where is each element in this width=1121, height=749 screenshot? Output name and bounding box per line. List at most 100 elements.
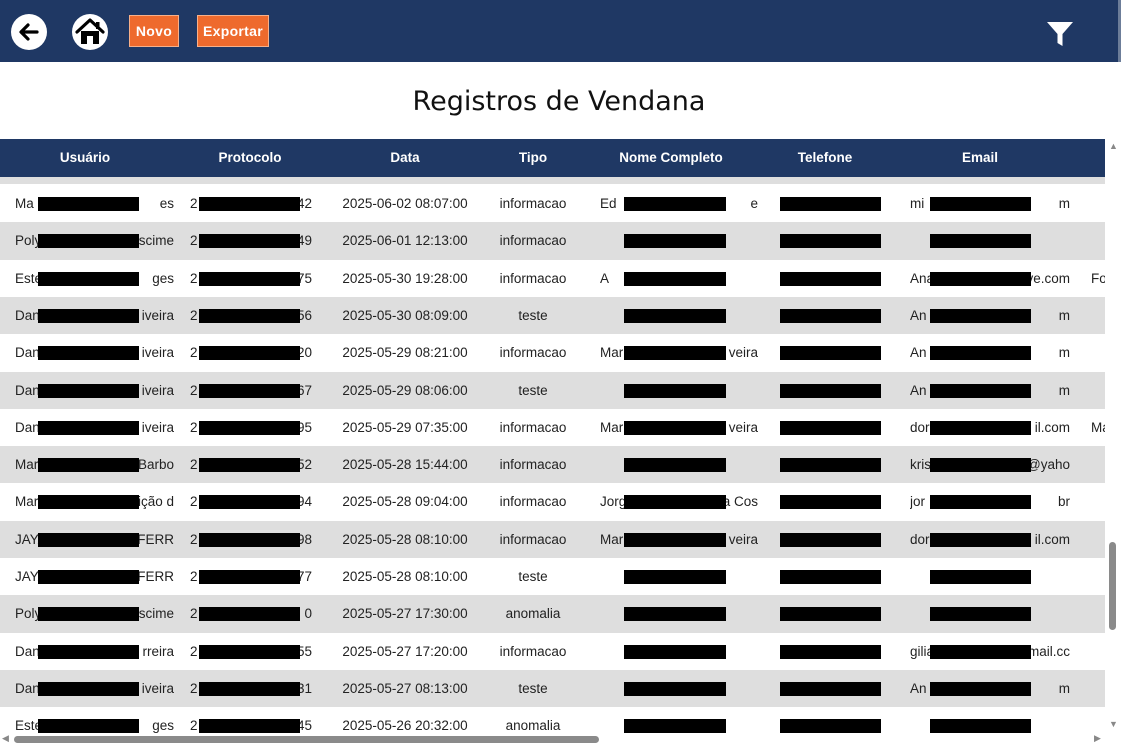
table-row[interactable]: Mar Barbo 2 52 2025-05-28 15:44:00 informacao… [0,446,1105,484]
vertical-scrollbar[interactable]: ▲ ▼ [1105,139,1121,733]
cell-tipo: informacao [499,457,567,473]
cell-tipo: informacao [499,531,567,547]
cell-next-column [1091,372,1105,409]
redaction-email [930,234,1031,249]
redaction-usuario [38,719,139,733]
horizontal-scrollbar[interactable]: ◀ ▶ [0,733,1105,749]
redaction-email [930,197,1031,211]
cell-next-column [1091,670,1105,707]
table-header: Usuário Protocolo Data Tipo Nome Complet… [0,139,1105,177]
column-header-data[interactable]: Data [355,139,455,177]
cell-data: 2025-05-28 15:44:00 [342,457,468,473]
table-row[interactable]: Dan iveira 2 20 2025-05-29 08:21:00 informaca… [0,334,1105,371]
cell-tipo: informacao [499,233,567,249]
cell-data: 2025-05-29 08:06:00 [342,382,468,398]
table-row[interactable]: Dan iveira 2 56 2025-05-30 08:09:00 teste An m [0,296,1105,335]
export-button[interactable]: Exportar [197,15,269,47]
table-row[interactable]: Mar ição d 2 94 2025-05-28 09:04:00 informaca… [0,483,1105,520]
horizontal-scroll-thumb[interactable] [14,736,599,743]
column-header-nome-completo[interactable]: Nome Completo [606,139,736,177]
redaction-nome [624,570,726,584]
redaction-usuario [38,383,139,398]
redaction-nome [624,234,726,249]
new-button[interactable]: Novo [129,15,179,47]
table-row[interactable]: Ma es 2 42 2025-06-02 08:07:00 informacao Ed e m… [0,185,1105,222]
table-row-partial [0,177,1105,184]
redaction-usuario [38,346,139,361]
table-row[interactable]: Dan rreira 2 55 2025-05-27 17:20:00 informaca… [0,633,1105,670]
cell-data: 2025-05-29 08:21:00 [342,345,468,361]
column-header-email[interactable]: Email [930,139,1030,177]
cell-data: 2025-06-01 12:13:00 [342,233,468,249]
redaction-email [930,420,1031,435]
redaction-protocolo [199,607,300,622]
redaction-protocolo [199,346,300,361]
table-row[interactable]: Poly scime 2 0 2025-05-27 17:30:00 anomalia [0,595,1105,633]
scroll-right-icon[interactable]: ▶ [1094,733,1101,744]
cell-next-column [1091,633,1105,670]
column-header-telefone[interactable]: Telefone [775,139,875,177]
table-row[interactable]: Dan iveira 2 31 2025-05-27 08:13:00 teste An m [0,669,1105,708]
redaction-usuario [38,271,139,286]
back-button[interactable] [11,14,47,50]
scroll-down-icon[interactable]: ▼ [1109,719,1118,729]
table-row[interactable]: Poly ascime 2 49 2025-06-01 12:13:00 informac… [0,222,1105,260]
cell-data: 2025-05-27 17:20:00 [342,643,468,659]
redaction-protocolo [199,532,300,547]
table-row[interactable]: Dan iveira 2 67 2025-05-29 08:06:00 teste An m [0,371,1105,409]
cell-tipo: informacao [499,419,567,435]
table-row[interactable]: Dan iveira 2 95 2025-05-29 07:35:00 informaca… [0,409,1105,446]
redaction-nome [624,346,726,361]
redaction-usuario [38,234,139,249]
cell-next-column: Ma [1091,419,1105,435]
cell-data: 2025-05-28 08:10:00 [342,569,468,584]
redaction-usuario [38,570,139,584]
redaction-protocolo [199,383,300,398]
cell-data: 2025-05-28 09:04:00 [342,494,468,510]
cell-next-column [1091,334,1105,371]
cell-next-column [1091,185,1105,222]
table-row[interactable]: JAYA FERR 2 77 2025-05-28 08:10:00 teste [0,558,1105,595]
redaction-email [930,458,1031,473]
column-header-usuario[interactable]: Usuário [35,139,135,177]
home-button[interactable] [72,14,108,50]
redaction-protocolo [199,234,300,249]
table-row[interactable]: Este ges 2 45 2025-05-26 20:32:00 anomalia [0,707,1105,733]
redaction-email [930,644,1031,659]
redaction-nome [624,644,726,659]
cell-next-column [1091,446,1105,483]
redaction-protocolo [199,570,300,584]
redaction-usuario [38,532,139,547]
redaction-email [930,383,1031,398]
redaction-usuario [38,607,139,622]
table-row[interactable]: JAYA FERR 2 98 2025-05-28 08:10:00 informacao… [0,520,1105,558]
cell-tipo: anomalia [505,606,561,622]
redaction-nome [624,532,726,547]
redaction-email [930,719,1031,733]
cell-tipo: informacao [499,494,567,510]
vertical-scroll-thumb[interactable] [1109,542,1116,630]
redaction-telefone [780,495,881,510]
cell-next-column [1091,558,1105,595]
redaction-email [930,346,1031,361]
redaction-telefone [780,681,881,696]
redaction-usuario [38,420,139,435]
redaction-telefone [780,346,881,361]
cell-tipo: anomalia [505,718,561,733]
redaction-telefone [780,644,881,659]
column-header-protocolo[interactable]: Protocolo [200,139,300,177]
redaction-telefone [780,607,881,622]
redaction-email [930,607,1031,622]
redaction-usuario [38,644,139,659]
column-header-tipo[interactable]: Tipo [483,139,583,177]
cell-tipo: informacao [499,270,567,286]
redaction-telefone [780,234,881,249]
scroll-left-icon[interactable]: ◀ [2,733,9,744]
redaction-nome [624,308,726,323]
redaction-telefone [780,271,881,286]
table-row[interactable]: Este ges 2 75 2025-05-30 19:28:00 informacao A… [0,260,1105,297]
redaction-nome [624,719,726,733]
filter-button[interactable] [1044,18,1076,50]
scroll-up-icon[interactable]: ▲ [1109,141,1118,151]
top-toolbar: Novo Exportar [0,0,1121,62]
